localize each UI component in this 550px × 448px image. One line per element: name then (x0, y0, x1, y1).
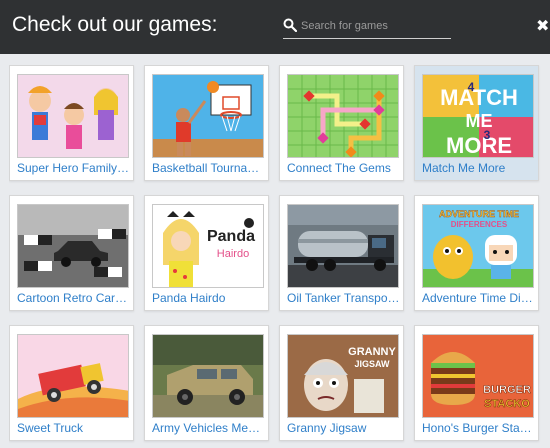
game-card[interactable]: Army Vehicles Me… (144, 325, 269, 441)
super-hero-family-thumbnail (17, 74, 129, 158)
oil-tanker-thumbnail (287, 204, 399, 288)
search-input[interactable] (301, 16, 449, 36)
game-card[interactable]: Connect The Gems (279, 65, 404, 181)
thumb-text-panda: Panda (207, 228, 255, 245)
game-title[interactable]: Army Vehicles Me… (152, 421, 266, 437)
connect-gems-thumbnail (287, 74, 399, 158)
sweet-truck-thumbnail (17, 334, 129, 418)
game-title[interactable]: Adventure Time Di… (422, 291, 536, 307)
game-title[interactable]: Panda Hairdo (152, 291, 266, 307)
game-title[interactable]: Cartoon Retro Car… (17, 291, 131, 307)
panda-hairdo-thumbnail: Panda Hairdo (152, 204, 264, 288)
game-card[interactable]: GRANNY JIGSAW Granny Jigsaw (279, 325, 404, 441)
game-title[interactable]: Sweet Truck (17, 421, 131, 437)
thumb-text-match: MATCH (440, 85, 518, 110)
thumb-number-4: 4 (468, 80, 475, 94)
game-card[interactable]: Panda Hairdo Panda Hairdo (144, 195, 269, 311)
search-box[interactable] (283, 14, 451, 39)
game-title[interactable]: Connect The Gems (287, 161, 401, 177)
granny-jigsaw-thumbnail: GRANNY JIGSAW (287, 334, 399, 418)
game-card[interactable]: Sweet Truck (9, 325, 134, 441)
thumb-text-more: MORE (446, 133, 512, 158)
game-card[interactable]: Super Hero Family… (9, 65, 134, 181)
thumb-text-hairdo: Hairdo (217, 248, 249, 260)
game-title[interactable]: Super Hero Family… (17, 161, 131, 177)
basketball-thumbnail (152, 74, 264, 158)
search-icon (283, 18, 297, 32)
thumb-text-differences: DIFFERENCES (451, 220, 508, 229)
adventure-time-thumbnail: ADVENTURE TIME DIFFERENCES (422, 204, 534, 288)
game-title[interactable]: Hono's Burger Sta… (422, 421, 536, 437)
thumb-number-3: 3 (484, 128, 491, 142)
game-title[interactable]: Oil Tanker Transpo… (287, 291, 401, 307)
game-card[interactable]: Basketball Tourna… (144, 65, 269, 181)
games-grid: Super Hero Family… Basketball Tourna… Co… (9, 65, 550, 448)
game-card[interactable]: Oil Tanker Transpo… (279, 195, 404, 311)
close-icon[interactable]: ✖ (536, 18, 550, 34)
thumb-text-jigsaw: JIGSAW (354, 359, 390, 369)
game-title[interactable]: Basketball Tourna… (152, 161, 266, 177)
retro-car-thumbnail (17, 204, 129, 288)
match-me-more-thumbnail: MATCH ME MORE 4 3 (422, 74, 534, 158)
game-title[interactable]: Match Me More (422, 161, 536, 177)
game-card[interactable]: BURGER STACKO Hono's Burger Sta… (414, 325, 539, 441)
page-title: Check out our games: (12, 13, 218, 36)
army-vehicle-thumbnail (152, 334, 264, 418)
game-card[interactable]: ADVENTURE TIME DIFFERENCES Adventure Tim… (414, 195, 539, 311)
thumb-text-stacko: STACKO (484, 398, 530, 410)
thumb-text-granny: GRANNY (348, 346, 396, 358)
thumb-text-burger: BURGER (483, 384, 531, 396)
thumb-text-adventure: ADVENTURE TIME (439, 209, 519, 219)
game-card[interactable]: MATCH ME MORE 4 3 Match Me More (414, 65, 539, 181)
game-title[interactable]: Granny Jigsaw (287, 421, 401, 437)
header-bar: Check out our games: ✖ (0, 0, 550, 54)
burger-stacko-thumbnail: BURGER STACKO (422, 334, 534, 418)
game-card[interactable]: Cartoon Retro Car… (9, 195, 134, 311)
